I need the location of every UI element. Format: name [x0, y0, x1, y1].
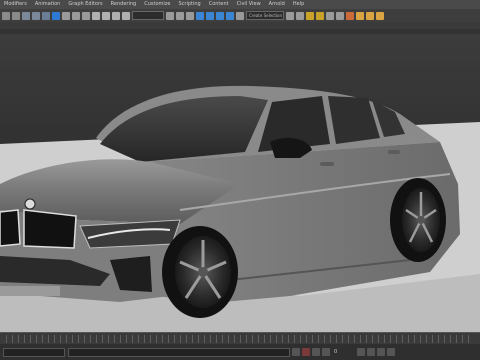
placement-icon[interactable]	[122, 11, 130, 20]
window-crossing-icon[interactable]	[82, 11, 90, 20]
menu-rendering[interactable]: Rendering	[107, 0, 141, 9]
rectangular-selection-icon[interactable]	[72, 11, 80, 20]
main-toolbar: Create Selection Set	[0, 9, 480, 22]
keyboard-shortcut-override-icon[interactable]	[186, 11, 194, 20]
orbit-icon[interactable]	[367, 348, 376, 356]
rear-wheel	[390, 178, 446, 262]
named-selection-set-dropdown[interactable]: Create Selection Set	[246, 11, 284, 20]
align-icon[interactable]	[296, 11, 304, 20]
bmw-logo	[24, 198, 36, 210]
material-editor-icon[interactable]	[346, 11, 354, 20]
move-icon[interactable]	[92, 11, 100, 20]
select-object-icon[interactable]	[52, 11, 60, 20]
percent-snap-icon[interactable]	[216, 11, 224, 20]
menu-content[interactable]: Content	[205, 0, 233, 9]
schematic-view-icon[interactable]	[336, 11, 344, 20]
pivot-center-icon[interactable]	[166, 11, 174, 20]
menu-help[interactable]: Help	[289, 0, 308, 9]
menu-scripting[interactable]: Scripting	[174, 0, 204, 9]
pan-icon[interactable]	[377, 348, 386, 356]
play-icon[interactable]	[322, 348, 330, 356]
door-handle-front	[320, 162, 334, 166]
angle-snap-icon[interactable]	[206, 11, 214, 20]
render-production-icon[interactable]	[376, 11, 384, 20]
rendered-frame-window-icon[interactable]	[366, 11, 374, 20]
zoom-icon[interactable]	[357, 348, 366, 356]
select-manipulate-icon[interactable]	[176, 11, 184, 20]
unlink-icon[interactable]	[32, 11, 40, 20]
license-plate-area	[0, 286, 60, 296]
menu-animation[interactable]: Animation	[31, 0, 65, 9]
status-bar: 0	[0, 344, 480, 360]
bind-space-warp-icon[interactable]	[42, 11, 50, 20]
front-wheel	[162, 226, 238, 318]
curve-editor-icon[interactable]	[326, 11, 334, 20]
maxscript-listener[interactable]	[3, 347, 65, 357]
snaps-toggle-icon[interactable]	[196, 11, 204, 20]
lock-selection-icon[interactable]	[292, 348, 300, 356]
spinner-snap-icon[interactable]	[226, 11, 234, 20]
current-frame-field[interactable]: 0	[334, 349, 337, 355]
rotate-icon[interactable]	[102, 11, 110, 20]
kidney-grille-left	[0, 209, 21, 247]
link-icon[interactable]	[22, 11, 30, 20]
undo-icon[interactable]	[2, 11, 10, 20]
timeline-ticks	[6, 335, 474, 343]
menu-bar: Modifiers Animation Graph Editors Render…	[0, 0, 480, 9]
maximize-viewport-icon[interactable]	[387, 348, 396, 356]
toggle-scene-explorer-icon[interactable]	[306, 11, 314, 20]
menu-customize[interactable]: Customize	[140, 0, 174, 9]
set-key-button[interactable]	[312, 348, 320, 356]
kidney-grille-right	[23, 209, 77, 249]
perspective-viewport[interactable]	[0, 34, 480, 332]
menu-graph-editors[interactable]: Graph Editors	[64, 0, 106, 9]
scale-icon[interactable]	[112, 11, 120, 20]
select-by-name-icon[interactable]	[62, 11, 70, 20]
menu-civil-view[interactable]: Civil View	[233, 0, 265, 9]
door-handle-rear	[388, 150, 400, 154]
mirror-icon[interactable]	[286, 11, 294, 20]
toggle-layer-explorer-icon[interactable]	[316, 11, 324, 20]
redo-icon[interactable]	[12, 11, 20, 20]
menu-arnold[interactable]: Arnold	[265, 0, 289, 9]
render-setup-icon[interactable]	[356, 11, 364, 20]
status-prompt	[68, 347, 290, 357]
scene-render[interactable]	[0, 34, 480, 332]
menu-modifiers[interactable]: Modifiers	[0, 0, 31, 9]
edit-named-selection-icon[interactable]	[236, 11, 244, 20]
reference-coordinate-dropdown[interactable]	[132, 11, 164, 20]
auto-key-button[interactable]	[302, 348, 310, 356]
